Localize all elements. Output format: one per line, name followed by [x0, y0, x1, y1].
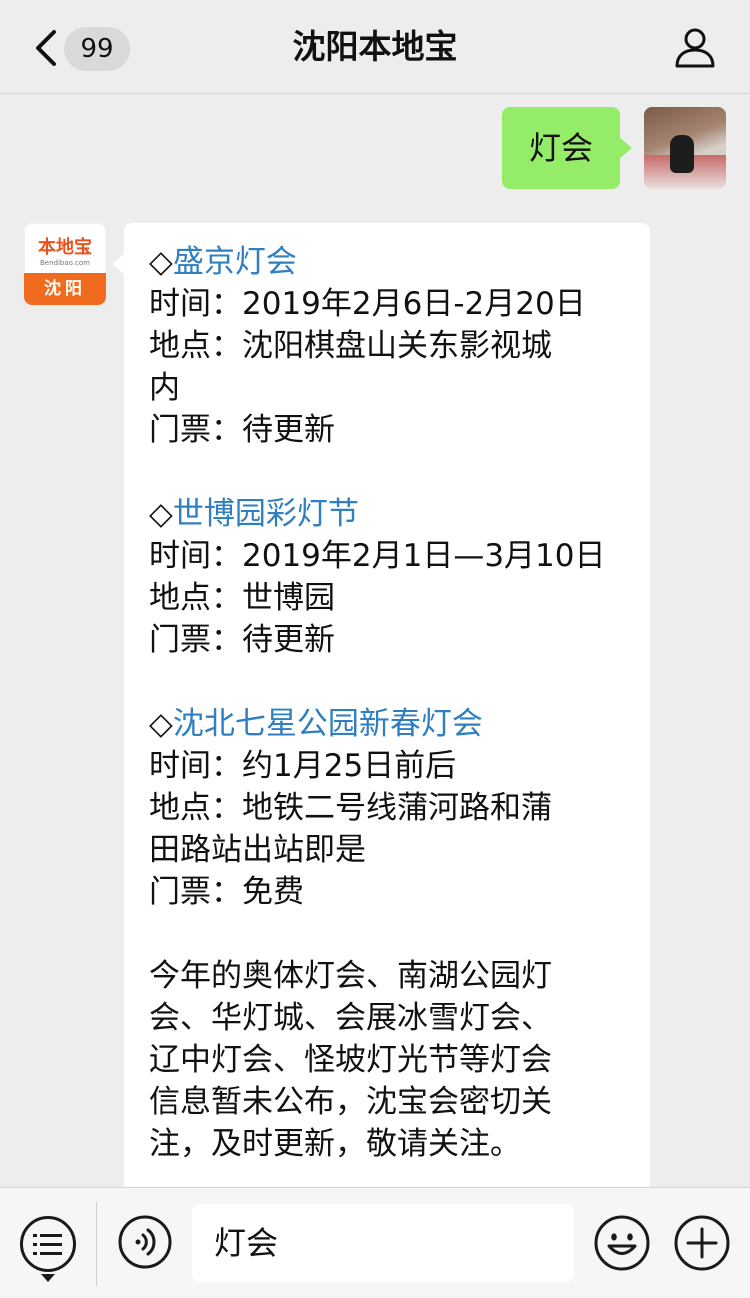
plus-icon[interactable] — [674, 1215, 730, 1271]
nav-bar: 99 沈阳本地宝 — [0, 0, 750, 94]
my-avatar[interactable] — [644, 107, 726, 189]
footer-text-line: 辽中灯会、怪坡灯光节等灯会 — [149, 1042, 552, 1078]
event-link-expo[interactable]: 世博园彩灯节 — [173, 496, 359, 532]
footer-text-line: 会、华灯城、会展冰雪灯会、 — [149, 1000, 552, 1036]
event-place: 地点：沈阳棋盘山关东影视城 — [149, 328, 552, 364]
event-place-cont: 内 — [149, 370, 180, 406]
avatar-photo-cat — [670, 135, 694, 173]
event-link-qixing[interactable]: 沈北七星公园新春灯会 — [173, 706, 483, 742]
menu-bar — [40, 1243, 62, 1246]
outgoing-message-bubble[interactable]: 灯会 — [502, 107, 632, 189]
avatar-logo-url: Bendibao.com — [39, 259, 90, 267]
menu-bar — [40, 1252, 62, 1255]
caret-down-icon[interactable] — [41, 1274, 55, 1282]
event-time: 时间：约1月25日前后 — [149, 748, 457, 784]
diamond-marker: ◇ — [149, 496, 173, 532]
event-time: 时间：2019年2月1日—3月10日 — [149, 538, 606, 574]
account-avatar[interactable]: 本地宝 Bendibao.com 沈阳 — [24, 223, 106, 305]
diamond-marker: ◇ — [149, 706, 173, 742]
menu-dot — [33, 1243, 37, 1246]
avatar-city-label: 沈阳 — [24, 273, 106, 305]
footer-text-line: 注，及时更新，敬请关注。 — [149, 1126, 521, 1162]
emoji-icon[interactable] — [594, 1215, 650, 1271]
message-input[interactable]: 灯会 — [192, 1204, 574, 1282]
event-ticket: 门票：免费 — [149, 874, 304, 910]
menu-dot — [33, 1252, 37, 1255]
incoming-message-bubble[interactable]: ◇盛京灯会 时间：2019年2月6日-2月20日 地点：沈阳棋盘山关东影视城 内… — [112, 223, 650, 1223]
footer-text-line: 今年的奥体灯会、南湖公园灯 — [149, 958, 552, 994]
unread-count-badge[interactable]: 99 — [64, 27, 130, 71]
event-place-cont: 田路站出站即是 — [149, 832, 366, 868]
event-place: 地点：世博园 — [149, 580, 335, 616]
menu-bar — [40, 1234, 62, 1237]
event-time: 时间：2019年2月6日-2月20日 — [149, 286, 586, 322]
toolbar-divider — [96, 1202, 97, 1286]
event-heading: ◇世博园彩灯节 — [149, 493, 626, 535]
menu-dot — [33, 1234, 37, 1237]
list-menu-icon[interactable] — [20, 1216, 76, 1272]
diamond-marker: ◇ — [149, 244, 173, 280]
event-place: 地点：地铁二号线蒲河路和蒲 — [149, 790, 552, 826]
event-heading: ◇盛京灯会 — [149, 241, 626, 283]
event-ticket: 门票：待更新 — [149, 412, 335, 448]
event-link-shengjing[interactable]: 盛京灯会 — [173, 244, 297, 280]
user-icon[interactable] — [674, 26, 716, 68]
avatar-logo-text: 本地宝 — [38, 237, 92, 258]
voice-icon[interactable] — [118, 1215, 172, 1269]
event-ticket: 门票：待更新 — [149, 622, 335, 658]
event-heading: ◇沈北七星公园新春灯会 — [149, 703, 626, 745]
footer-text-line: 信息暂未公布，沈宝会密切关 — [149, 1084, 552, 1120]
